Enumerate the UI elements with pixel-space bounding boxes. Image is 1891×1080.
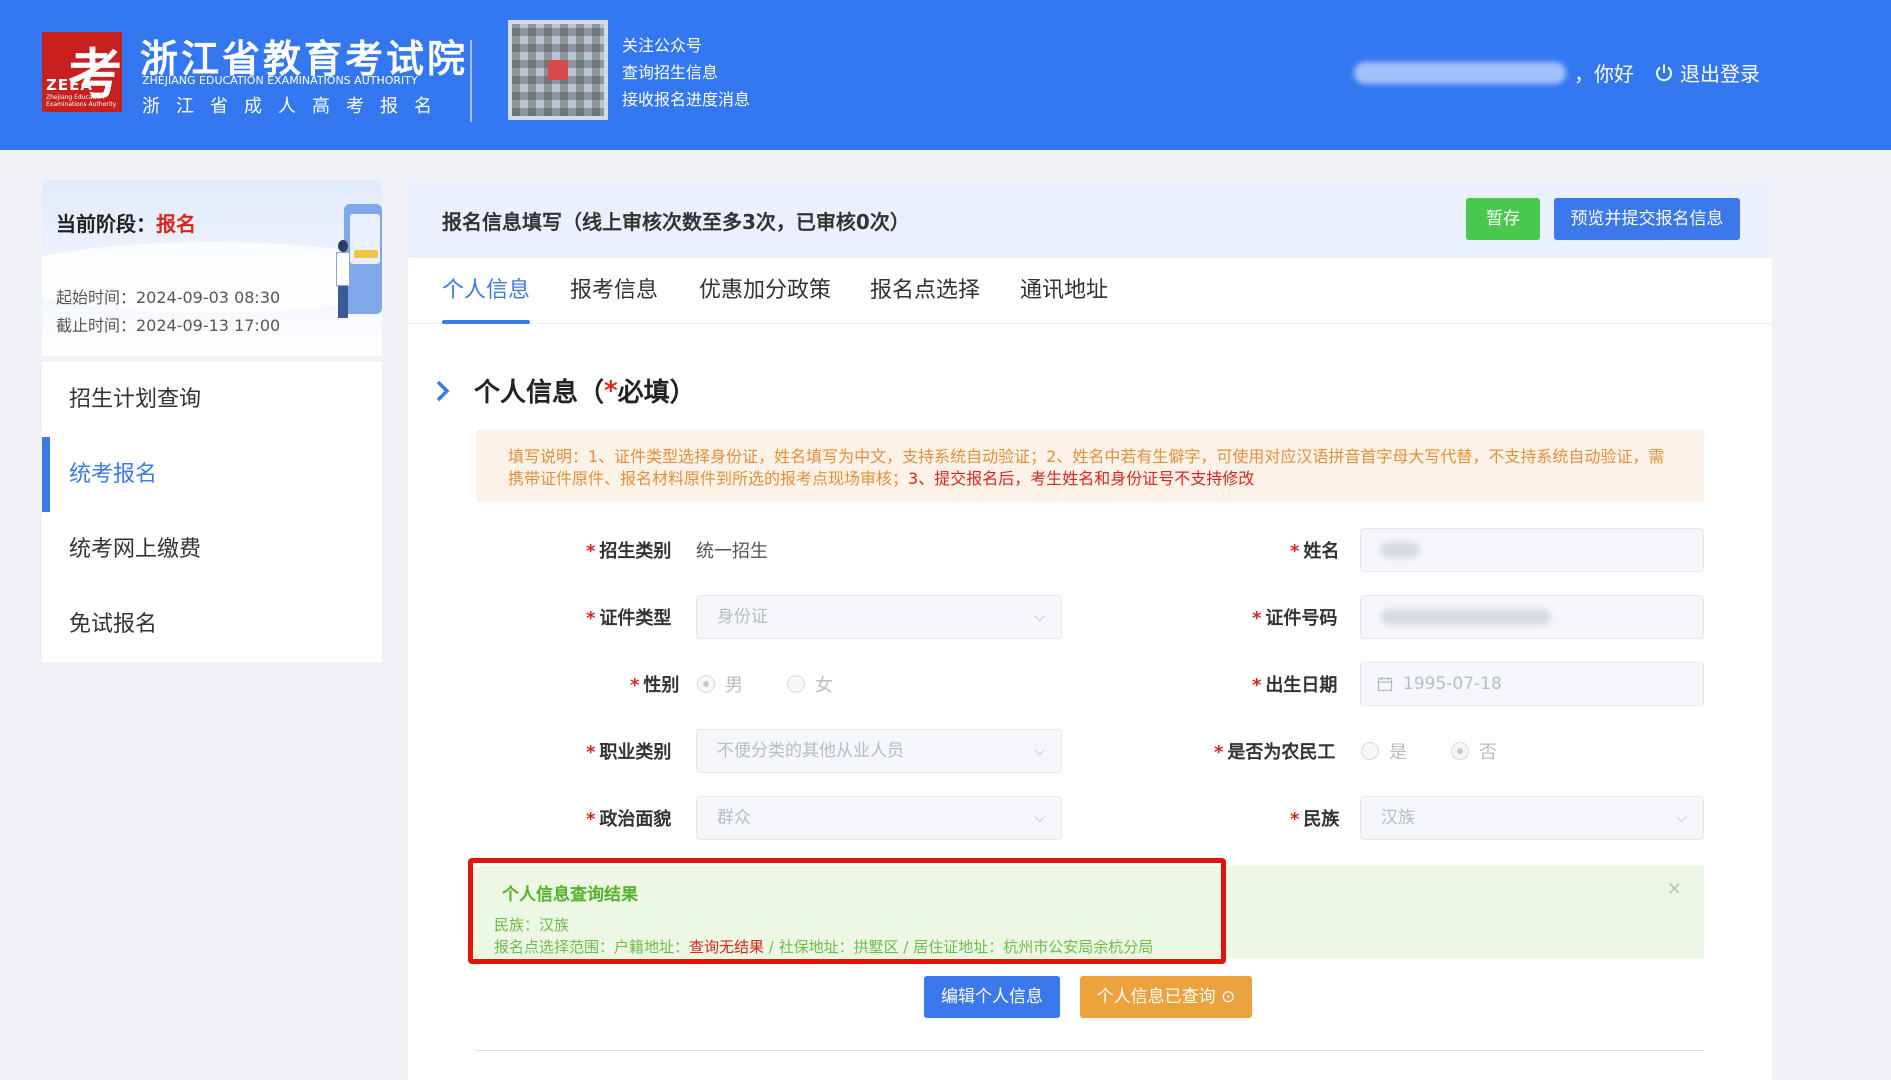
chevron-down-icon: ⌵ <box>1676 810 1687 826</box>
zeea-logo: 考 ZEEA Zhejiang Education Examinations A… <box>42 32 122 112</box>
tab-bonus-policy[interactable]: 优惠加分政策 <box>699 272 831 324</box>
sidebar-menu: 招生计划查询 统考报名 统考网上缴费 免试报名 <box>42 362 382 662</box>
preview-submit-button[interactable]: 预览并提交报名信息 <box>1554 198 1740 240</box>
ethnicity-select[interactable]: 汉族 ⌵ <box>1360 796 1704 840</box>
gender-radio-group: 男 女 <box>697 671 877 697</box>
birth-date-label: * 出生日期 <box>1252 675 1338 696</box>
migrant-worker-radio-group: 是 否 <box>1361 738 1541 764</box>
qr-caption-line: 接收报名进度消息 <box>622 90 751 109</box>
close-icon[interactable]: × <box>1667 878 1682 899</box>
stage-value: 报名 <box>156 212 196 236</box>
highlight-annotation-frame <box>468 858 1226 964</box>
page-title: 报名信息填写（线上审核次数至多3次，已审核0次） <box>442 210 910 234</box>
chevron-down-icon: ⌵ <box>1034 609 1045 625</box>
migrant-no-radio[interactable]: 否 <box>1451 738 1497 764</box>
id-type-select[interactable]: 身份证 ⌵ <box>696 595 1062 639</box>
greeting-text: ，你好 <box>1574 62 1634 86</box>
end-time: 截止时间：2024-09-13 17:00 <box>56 316 281 335</box>
sidebar-item-enrollment-plan[interactable]: 招生计划查询 <box>42 362 382 437</box>
id-type-label: * 证件类型 <box>586 608 672 629</box>
logout-button[interactable]: 退出登录 <box>1654 58 1760 87</box>
enroll-type-value: 统一招生 <box>696 541 768 562</box>
section-divider <box>476 1050 1704 1051</box>
chevron-down-icon: ⌵ <box>1034 810 1045 826</box>
personal-info-queried-button[interactable]: 个人信息已查询 ⊙ <box>1080 976 1252 1018</box>
political-status-select[interactable]: 群众 ⌵ <box>696 796 1062 840</box>
occupation-label: * 职业类别 <box>586 742 672 763</box>
name-label: * 姓名 <box>1290 541 1340 562</box>
user-name-redacted <box>1354 61 1566 84</box>
gender-male-radio[interactable]: 男 <box>697 671 743 697</box>
tab-exam-info[interactable]: 报考信息 <box>570 272 658 324</box>
power-icon <box>1656 64 1672 81</box>
id-number-label: * 证件号码 <box>1252 608 1338 629</box>
sidebar-item-exam-registration[interactable]: 统考报名 <box>42 437 382 512</box>
stage-card: 当前阶段：报名 起始时间：2024-09-03 08:30 截止时间：2024-… <box>42 180 382 356</box>
logo-abbr-sub: Zhejiang Education Examinations Authorit… <box>46 94 117 108</box>
top-header: 考 ZEEA Zhejiang Education Examinations A… <box>0 0 1891 150</box>
tab-address[interactable]: 通讯地址 <box>1020 272 1108 324</box>
edit-personal-info-button[interactable]: 编辑个人信息 <box>924 976 1060 1018</box>
id-number-field[interactable] <box>1360 595 1704 639</box>
required-star: * <box>604 375 618 406</box>
political-status-label: * 政治面貌 <box>586 809 672 830</box>
org-english-name: ZHEJIANG EDUCATION EXAMINATIONS AUTHORIT… <box>142 74 418 87</box>
org-subtitle: 浙江省成人高考报名 <box>142 96 448 117</box>
chevron-down-icon: ⌵ <box>1034 743 1045 759</box>
name-field[interactable] <box>1360 528 1704 572</box>
start-time: 起始时间：2024-09-03 08:30 <box>56 288 281 307</box>
qr-caption-line: 关注公众号 <box>622 36 703 55</box>
qr-caption-line: 查询招生信息 <box>622 63 719 82</box>
occupation-select[interactable]: 不便分类的其他从业人员 ⌵ <box>696 729 1062 773</box>
gender-female-radio[interactable]: 女 <box>787 671 833 697</box>
calendar-icon <box>1377 677 1393 692</box>
enroll-type-label: * 招生类别 <box>586 541 672 562</box>
header-divider <box>470 40 472 122</box>
tab-site-selection[interactable]: 报名点选择 <box>870 272 980 324</box>
section-title: 个人信息（ * 必填） <box>436 372 696 409</box>
notice-warning: 3、提交报名后，考生姓名和身份证号不支持修改 <box>908 469 1255 488</box>
person-illustration <box>332 240 354 320</box>
logout-label: 退出登录 <box>1680 62 1760 86</box>
sidebar-item-online-payment[interactable]: 统考网上缴费 <box>42 512 382 587</box>
save-draft-button[interactable]: 暂存 <box>1466 198 1540 240</box>
sidebar-item-exempt-registration[interactable]: 免试报名 <box>42 587 382 662</box>
fill-instructions: 填写说明：1、证件类型选择身份证，姓名填写为中文，支持系统自动验证；2、姓名中若… <box>476 430 1704 502</box>
birth-date-field[interactable]: 1995-07-18 <box>1360 662 1704 706</box>
logo-abbr: ZEEA <box>46 76 93 94</box>
migrant-yes-radio[interactable]: 是 <box>1361 738 1407 764</box>
qr-code-image <box>508 20 608 120</box>
migrant-worker-label: * 是否为农民工 <box>1214 742 1336 763</box>
qr-caption: 关注公众号 查询招生信息 接收报名进度消息 <box>622 32 750 113</box>
chevron-right-icon <box>436 380 450 401</box>
main-header: 报名信息填写（线上审核次数至多3次，已审核0次） 暂存 预览并提交报名信息 <box>408 180 1772 258</box>
stage-label: 当前阶段：报名 <box>56 212 196 236</box>
gender-label: * 性别 <box>630 675 680 696</box>
form-tabs: 个人信息 报考信息 优惠加分政策 报名点选择 通讯地址 <box>408 258 1772 324</box>
ethnicity-label: * 民族 <box>1290 809 1340 830</box>
tab-personal-info[interactable]: 个人信息 <box>442 272 531 324</box>
user-area: ，你好 退出登录 <box>1354 58 1760 87</box>
main-panel: 报名信息填写（线上审核次数至多3次，已审核0次） 暂存 预览并提交报名信息 个人… <box>408 180 1772 1080</box>
